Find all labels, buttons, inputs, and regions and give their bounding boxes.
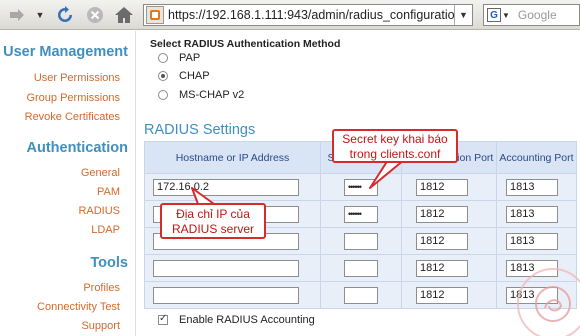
acct-port-input[interactable]: 1813 bbox=[506, 232, 558, 250]
watermark-emblem-icon bbox=[535, 286, 571, 322]
forward-button[interactable] bbox=[6, 4, 28, 26]
home-button[interactable] bbox=[113, 4, 135, 26]
enable-accounting-checkbox[interactable] bbox=[158, 313, 168, 325]
auth-port-input[interactable]: 1812 bbox=[416, 205, 468, 223]
enable-accounting-label: Enable RADIUS Accounting bbox=[179, 314, 315, 326]
radio-option-mschapv2[interactable]: MS-CHAP v2 bbox=[158, 89, 244, 101]
stop-icon bbox=[87, 7, 103, 23]
history-dropdown-button[interactable]: ▼ bbox=[34, 4, 46, 26]
hostname-input[interactable] bbox=[153, 286, 299, 304]
reload-button[interactable] bbox=[54, 4, 76, 26]
home-icon bbox=[115, 7, 133, 23]
auth-method-title: Select RADIUS Authentication Method bbox=[150, 38, 341, 50]
hostname-input[interactable] bbox=[153, 259, 299, 277]
enable-accounting-option[interactable]: Enable RADIUS Accounting bbox=[158, 313, 315, 326]
radio-option-pap[interactable]: PAP bbox=[158, 52, 200, 64]
sidebar-item-ldap[interactable]: LDAP bbox=[91, 224, 120, 236]
google-engine-icon[interactable]: G bbox=[487, 8, 501, 22]
col-header-acct-port: Accounting Port bbox=[496, 141, 577, 174]
sidebar-item-pam[interactable]: PAM bbox=[97, 186, 120, 198]
radio-pap[interactable] bbox=[158, 53, 168, 63]
sidebar-item-user-permissions[interactable]: User Permissions bbox=[34, 72, 120, 84]
sidebar-item-support[interactable]: Support bbox=[81, 320, 120, 332]
secret-key-callout: Secret key khai báo trong clients.conf bbox=[332, 129, 458, 163]
sidebar-heading-tools: Tools bbox=[90, 255, 128, 271]
forward-icon bbox=[10, 9, 24, 21]
table-row: 172.16.0.2 •••••• 1812 1813 bbox=[144, 173, 577, 201]
secret-input[interactable]: •••••• bbox=[344, 205, 378, 223]
engine-dropdown-icon[interactable]: ▼ bbox=[502, 11, 510, 20]
auth-port-input[interactable]: 1812 bbox=[416, 178, 468, 196]
table-row: 1812 1813 bbox=[144, 281, 577, 309]
radius-settings-title: RADIUS Settings bbox=[144, 122, 256, 138]
sidebar-item-profiles[interactable]: Profiles bbox=[83, 282, 120, 294]
acct-port-input[interactable]: 1813 bbox=[506, 178, 558, 196]
radio-option-chap[interactable]: CHAP bbox=[158, 70, 210, 82]
search-placeholder[interactable]: Google bbox=[518, 8, 557, 22]
main-content: Select RADIUS Authentication Method PAP … bbox=[135, 31, 580, 336]
radio-mschapv2[interactable] bbox=[158, 90, 168, 100]
auth-port-input[interactable]: 1812 bbox=[416, 259, 468, 277]
site-identity-icon[interactable] bbox=[146, 6, 164, 24]
secret-input[interactable]: •••••• bbox=[344, 178, 378, 196]
sidebar-item-general[interactable]: General bbox=[81, 167, 120, 179]
secret-input[interactable] bbox=[344, 286, 378, 304]
sidebar-item-revoke-certificates[interactable]: Revoke Certificates bbox=[25, 111, 120, 123]
radio-label-mschapv2: MS-CHAP v2 bbox=[179, 89, 245, 101]
secret-key-callout-text: Secret key khai báo trong clients.conf bbox=[342, 132, 448, 161]
ip-address-callout: Địa chỉ IP của RADIUS server bbox=[160, 203, 266, 239]
secret-input[interactable] bbox=[344, 259, 378, 277]
address-bar[interactable]: https://192.168.1.111:943/admin/radius_c… bbox=[143, 4, 473, 26]
table-row: 1812 1813 bbox=[144, 254, 577, 282]
sidebar-heading-user-management: User Management bbox=[3, 44, 128, 60]
url-text[interactable]: https://192.168.1.111:943/admin/radius_c… bbox=[168, 8, 454, 22]
sidebar-item-group-permissions[interactable]: Group Permissions bbox=[26, 92, 120, 104]
secret-input[interactable] bbox=[344, 232, 378, 250]
stop-button[interactable] bbox=[84, 4, 106, 26]
radio-chap[interactable] bbox=[158, 71, 168, 81]
auth-port-input[interactable]: 1812 bbox=[416, 232, 468, 250]
sidebar-item-radius[interactable]: RADIUS bbox=[78, 205, 120, 217]
watermark-logo bbox=[517, 268, 580, 336]
col-header-hostname: Hostname or IP Address bbox=[144, 141, 321, 174]
sidebar: User Management User Permissions Group P… bbox=[0, 31, 134, 336]
sidebar-heading-authentication: Authentication bbox=[26, 140, 129, 156]
sidebar-item-connectivity-test[interactable]: Connectivity Test bbox=[37, 301, 120, 313]
hostname-input[interactable]: 172.16.0.2 bbox=[153, 178, 299, 196]
auth-port-input[interactable]: 1812 bbox=[416, 286, 468, 304]
url-dropdown-button[interactable]: ▼ bbox=[454, 5, 472, 25]
reload-icon bbox=[58, 6, 72, 22]
search-bar[interactable]: G ▼ Google bbox=[483, 4, 580, 26]
browser-toolbar: ▼ https://192.168.1.111:943/admin/radius… bbox=[0, 0, 580, 30]
radio-label-chap: CHAP bbox=[179, 70, 210, 82]
ip-address-callout-text: Địa chỉ IP của RADIUS server bbox=[171, 207, 254, 236]
acct-port-input[interactable]: 1813 bbox=[506, 205, 558, 223]
radio-label-pap: PAP bbox=[179, 52, 201, 64]
